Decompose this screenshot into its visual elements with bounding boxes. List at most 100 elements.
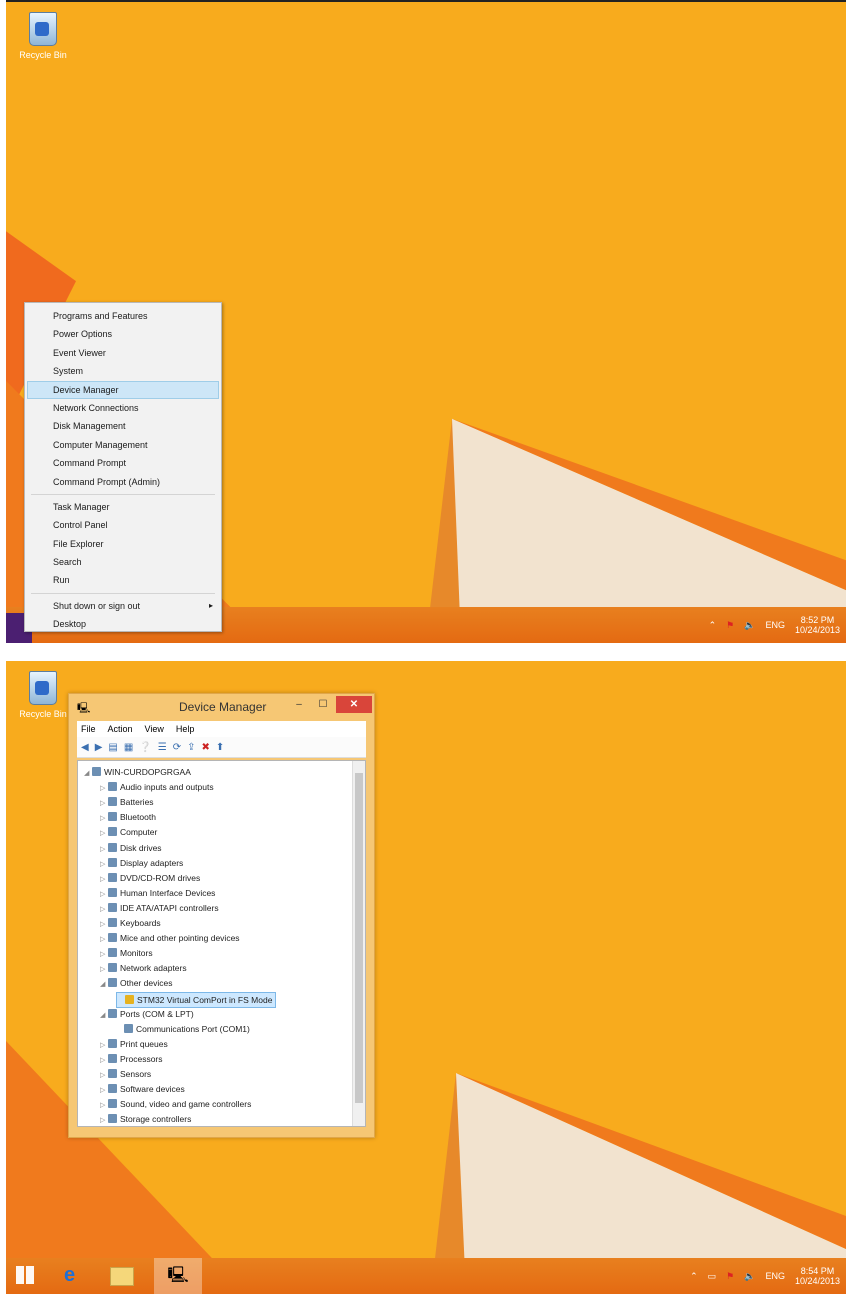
expand-icon[interactable]: ▷ [100,843,108,857]
recycle-bin-icon[interactable]: Recycle Bin [16,12,70,60]
expand-icon[interactable]: ◢ [100,1009,108,1023]
show-hide-tree-icon[interactable]: ▤ [108,742,117,753]
ports-com-lpt-icon [108,1008,117,1018]
menu-item-programs-and-features[interactable]: Programs and Features [25,307,221,325]
menu-item-run[interactable]: Run [25,571,221,589]
expand-icon[interactable]: ▷ [100,903,108,917]
menu-item-disk-management[interactable]: Disk Management [25,417,221,435]
expand-icon[interactable]: ▷ [100,963,108,977]
volume-icon[interactable]: 🔈 [744,1271,755,1282]
action-center-icon[interactable]: ⚑ [726,620,734,631]
tree-node-batteries[interactable]: ▷ Batteries [100,795,154,809]
menu-item-desktop[interactable]: Desktop [25,615,221,633]
language-indicator[interactable]: ENG [765,620,785,630]
menu-item-shut-down-or-sign-out[interactable]: Shut down or sign out ▸ [25,597,221,615]
expand-icon[interactable]: ▷ [100,933,108,947]
scrollbar-thumb[interactable] [355,773,363,1103]
tree-node-human-interface-devices[interactable]: ▷ Human Interface Devices [100,886,215,900]
expand-icon[interactable]: ▷ [100,1069,108,1083]
expand-icon[interactable]: ▷ [100,948,108,962]
maximize-button[interactable]: ☐ [312,696,334,713]
start-button[interactable] [16,1266,34,1284]
expand-icon[interactable]: ▷ [100,782,108,796]
file-explorer-icon[interactable] [110,1267,134,1286]
vertical-scrollbar[interactable] [352,761,365,1126]
menu-item-file-explorer[interactable]: File Explorer [25,535,221,553]
menu-item-system[interactable]: System [25,362,221,380]
clock[interactable]: 8:52 PM 10/24/2013 [795,615,840,635]
menu-item-device-manager[interactable]: Device Manager [27,380,219,399]
menu-item-control-panel[interactable]: Control Panel [25,516,221,534]
menu-item-search[interactable]: Search [25,553,221,571]
tree-node-computer[interactable]: ▷ Computer [100,825,157,839]
menu-file[interactable]: File [81,721,96,737]
tree-node-stm32-virtual-comport-in-fs-mode[interactable]: STM32 Virtual ComPort in FS Mode [116,991,277,1008]
recycle-bin-icon[interactable]: Recycle Bin [16,671,70,719]
network-icon[interactable]: ▭ [708,1271,717,1282]
menu-item-command-prompt[interactable]: Command Prompt [25,454,221,472]
back-icon[interactable]: ◀ [81,742,89,753]
tree-node-network-adapters[interactable]: ▷ Network adapters [100,961,187,975]
menu-item-computer-management[interactable]: Computer Management [25,436,221,454]
tray-chevron-icon[interactable]: ⌃ [690,1271,698,1282]
expand-icon[interactable]: ▷ [100,797,108,811]
tree-node-ide-ata-atapi-controllers[interactable]: ▷ IDE ATA/ATAPI controllers [100,901,219,915]
tree-node-sensors[interactable]: ▷ Sensors [100,1067,151,1081]
close-button[interactable]: ✕ [336,696,372,713]
forward-icon[interactable]: ▶ [95,742,103,753]
expand-icon[interactable]: ▷ [100,888,108,902]
expand-icon[interactable]: ▷ [100,873,108,887]
menu-item-network-connections[interactable]: Network Connections [25,399,221,417]
enable-device-icon[interactable]: ⬆ [216,742,224,753]
help-icon[interactable]: ❔ [139,742,151,753]
tree-node-communications-port-com1[interactable]: Communications Port (COM1) [116,1022,250,1036]
tree-node-disk-drives[interactable]: ▷ Disk drives [100,841,162,855]
tree-node-processors[interactable]: ▷ Processors [100,1052,163,1066]
menu-item-task-manager[interactable]: Task Manager [25,498,221,516]
menu-item-event-viewer[interactable]: Event Viewer [25,344,221,362]
tree-node-software-devices[interactable]: ▷ Software devices [100,1082,185,1096]
action-center-icon[interactable]: ⚑ [726,1271,734,1282]
internet-explorer-icon[interactable]: e [64,1264,75,1287]
expand-icon[interactable]: ▷ [100,1039,108,1053]
tree-node-bluetooth[interactable]: ▷ Bluetooth [100,810,156,824]
expand-icon[interactable]: ▷ [100,1054,108,1068]
tree-node-print-queues[interactable]: ▷ Print queues [100,1037,168,1051]
menu-item-power-options[interactable]: Power Options [25,325,221,343]
tree-node-mice-and-other-pointing-devices[interactable]: ▷ Mice and other pointing devices [100,931,240,945]
tree-node-storage-controllers[interactable]: ▷ Storage controllers [100,1112,191,1126]
expand-icon[interactable]: ▷ [100,1084,108,1098]
device-manager-taskbar-button[interactable]: 🖳 [154,1258,202,1294]
tree-root-computer[interactable]: ◢ WIN-CURDOPGRGAA [84,765,191,779]
update-driver-icon[interactable]: ⇪ [187,742,195,753]
menu-view[interactable]: View [145,721,164,737]
language-indicator[interactable]: ENG [765,1271,785,1281]
tree-node-keyboards[interactable]: ▷ Keyboards [100,916,161,930]
scan-hardware-icon[interactable]: ⟳ [173,742,181,753]
expand-icon[interactable]: ▷ [100,827,108,841]
menu-action[interactable]: Action [108,721,133,737]
uninstall-icon[interactable]: ✖ [202,742,210,753]
tree-node-ports-com-lpt[interactable]: ◢ Ports (COM & LPT) [100,1007,194,1021]
expand-icon[interactable]: ▷ [100,1114,108,1126]
tree-node-other-devices[interactable]: ◢ Other devices [100,976,172,990]
expand-icon[interactable]: ◢ [100,978,108,992]
tree-node-audio-inputs-and-outputs[interactable]: ▷ Audio inputs and outputs [100,780,214,794]
volume-icon[interactable]: 🔈 [744,620,755,631]
expand-icon[interactable]: ▷ [100,918,108,932]
expand-icon[interactable]: ▷ [100,812,108,826]
properties-sheet-icon[interactable]: ▦ [124,742,133,753]
tree-node-sound-video-and-game-controllers[interactable]: ▷ Sound, video and game controllers [100,1097,251,1111]
tree-node-dvd-cd-rom-drives[interactable]: ▷ DVD/CD-ROM drives [100,871,200,885]
tree-node-monitors[interactable]: ▷ Monitors [100,946,153,960]
minimize-button[interactable]: – [288,696,310,713]
tree-node-display-adapters[interactable]: ▷ Display adapters [100,856,183,870]
menu-help[interactable]: Help [176,721,195,737]
menu-item-command-prompt-admin[interactable]: Command Prompt (Admin) [25,473,221,491]
title-bar[interactable]: 🖳 Device Manager – ☐ ✕ [69,694,374,720]
view-list-icon[interactable]: ☰ [158,742,167,753]
expand-icon[interactable]: ▷ [100,858,108,872]
expand-icon[interactable]: ▷ [100,1099,108,1113]
clock[interactable]: 8:54 PM 10/24/2013 [795,1266,840,1286]
tray-chevron-icon[interactable]: ⌃ [709,620,717,631]
